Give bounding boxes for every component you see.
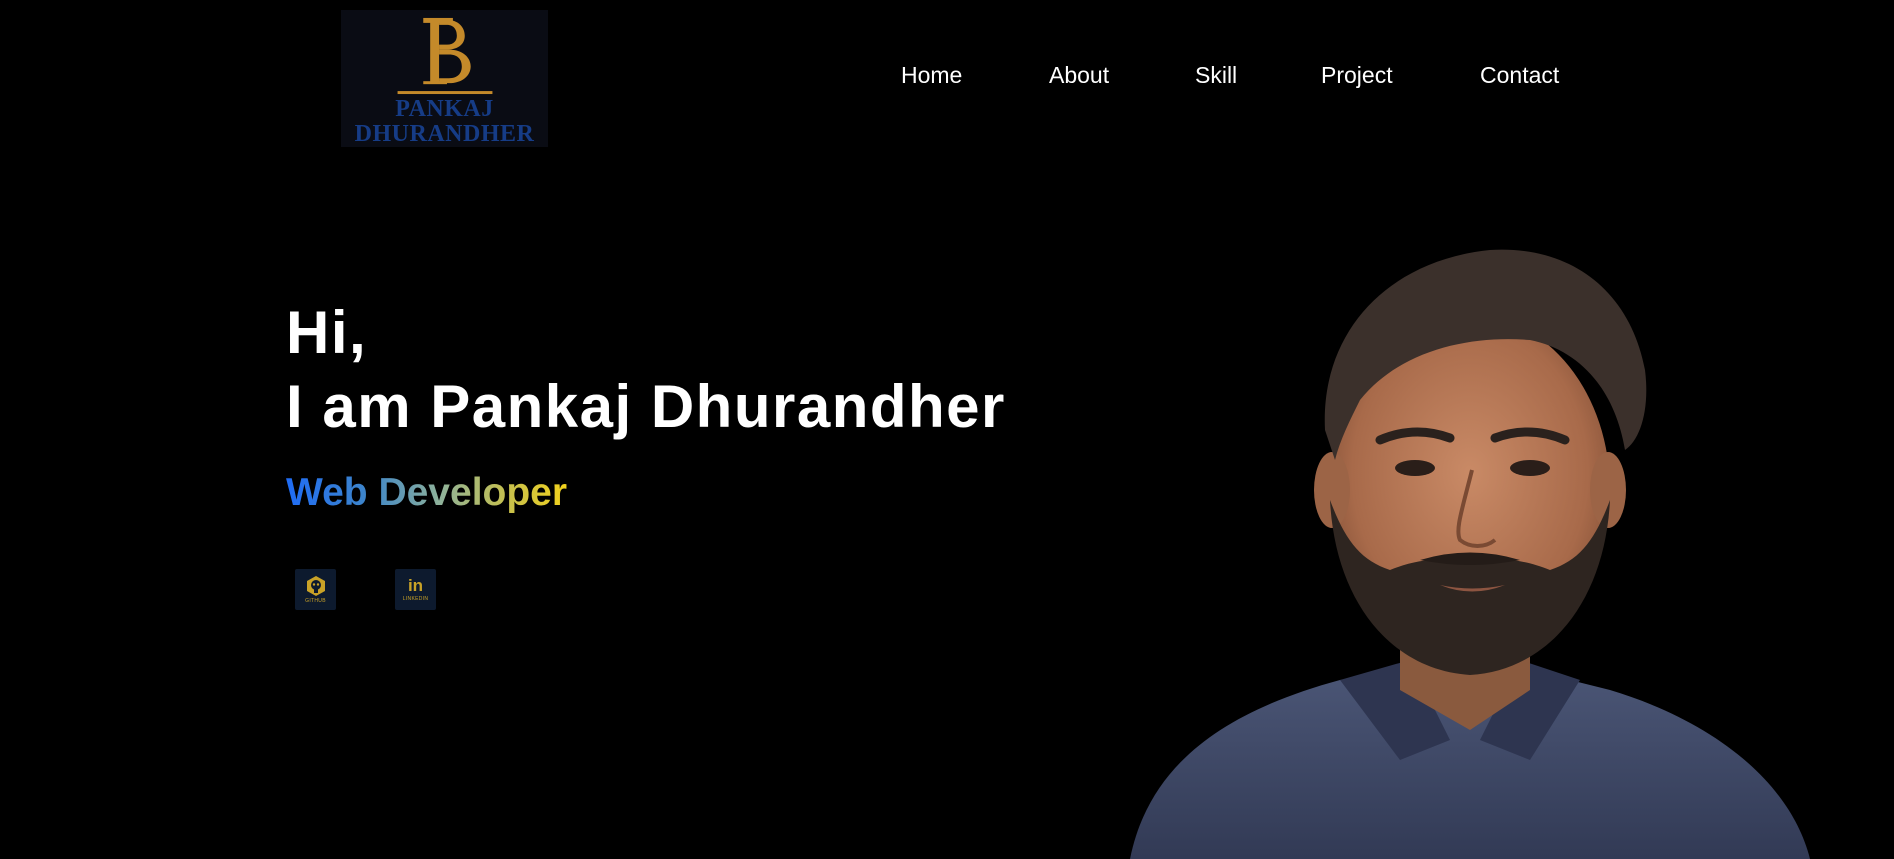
site-logo[interactable]: PANKAJ DHURANDHER xyxy=(341,10,548,147)
linkedin-link[interactable]: in LINKEDIN xyxy=(395,569,436,610)
linkedin-icon: in xyxy=(407,576,424,595)
hero-heading: Hi, I am Pankaj Dhurandher xyxy=(286,296,1006,444)
logo-name-line1: PANKAJ xyxy=(395,96,494,122)
nav-skill-link[interactable]: Skill xyxy=(1195,62,1237,89)
hero-intro: I am Pankaj Dhurandher xyxy=(286,373,1006,440)
logo-name-line2: DHURANDHER xyxy=(354,121,535,147)
github-link[interactable]: GITHUB xyxy=(295,569,336,610)
github-caption: GITHUB xyxy=(305,598,326,604)
nav-project-link[interactable]: Project xyxy=(1321,62,1393,89)
nav-contact-link[interactable]: Contact xyxy=(1480,62,1559,89)
portfolio-page: PANKAJ DHURANDHER Home About Skill Proje… xyxy=(0,0,1894,859)
pd-monogram-icon xyxy=(397,17,492,95)
linkedin-caption: LINKEDIN xyxy=(402,596,429,602)
hero-role: Web Developer xyxy=(286,471,568,514)
profile-photo xyxy=(1130,249,1810,859)
nav-about-link[interactable]: About xyxy=(1049,62,1109,89)
nav-home-link[interactable]: Home xyxy=(901,62,962,89)
hero-greeting: Hi, xyxy=(286,299,368,366)
github-icon xyxy=(306,576,325,596)
